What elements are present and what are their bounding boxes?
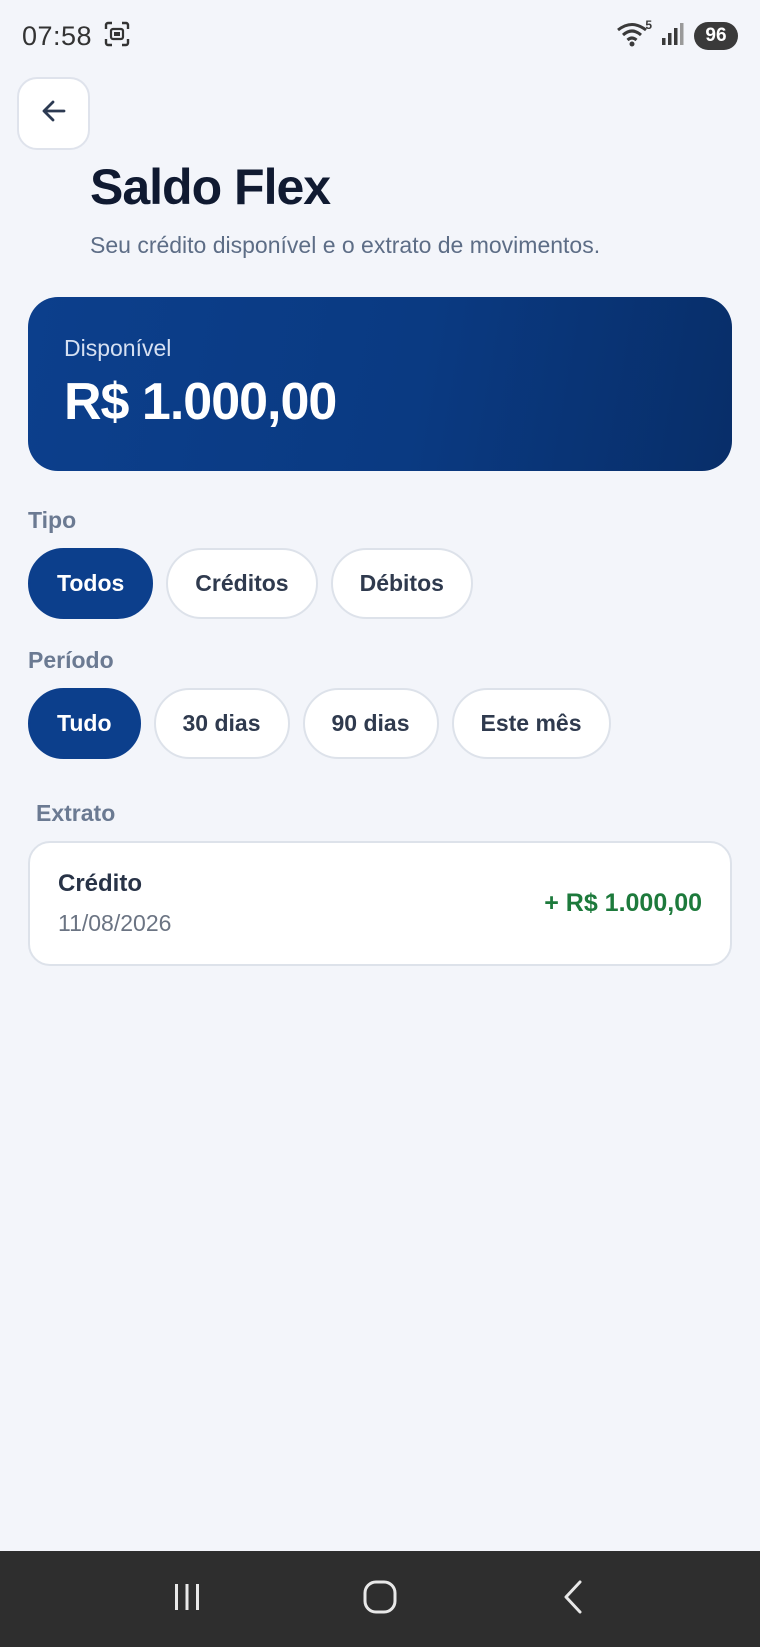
screenshot-icon xyxy=(104,21,130,52)
page-subtitle: Seu crédito disponível e o extrato de mo… xyxy=(90,232,601,258)
back-button[interactable] xyxy=(17,77,90,150)
system-nav-bar xyxy=(0,1551,760,1647)
balance-label: Disponível xyxy=(64,335,172,361)
chip-period-this-month[interactable]: Este mês xyxy=(451,688,611,759)
battery-icon: 96 xyxy=(694,22,738,50)
status-left: 07:58 xyxy=(22,21,130,52)
chip-type-all[interactable]: Todos xyxy=(28,548,154,619)
home-button[interactable] xyxy=(350,1569,410,1629)
chevron-left-icon xyxy=(558,1579,588,1620)
statement-item-amount: + R$ 1.000,00 xyxy=(544,889,702,917)
chip-type-credits[interactable]: Créditos xyxy=(166,548,318,619)
recent-apps-button[interactable] xyxy=(157,1569,217,1629)
balance-card: Disponível R$ 1.000,00 xyxy=(28,297,732,471)
home-icon xyxy=(362,1579,398,1620)
statement-item[interactable]: Crédito 11/08/2026 + R$ 1.000,00 xyxy=(28,841,732,966)
statement-item-info: Crédito 11/08/2026 xyxy=(58,870,171,937)
chip-type-debits[interactable]: Débitos xyxy=(330,548,473,619)
statement-label: Extrato xyxy=(36,800,116,826)
chip-period-90-days[interactable]: 90 dias xyxy=(302,688,439,759)
type-filter-row: Todos Créditos Débitos xyxy=(28,548,473,619)
period-filter-label: Período xyxy=(28,647,114,673)
statement-item-title: Crédito xyxy=(58,870,142,897)
statement-item-date: 11/08/2026 xyxy=(58,910,172,936)
status-right: 5 96 xyxy=(616,18,738,52)
back-nav-button[interactable] xyxy=(543,1569,603,1629)
chip-period-all[interactable]: Tudo xyxy=(28,688,141,759)
recent-apps-icon xyxy=(170,1580,204,1619)
status-bar: 07:58 5 96 xyxy=(0,0,760,72)
type-filter-label: Tipo xyxy=(28,507,77,533)
status-time: 07:58 xyxy=(22,20,93,51)
wifi-band-label: 5 xyxy=(645,18,652,32)
page-title: Saldo Flex xyxy=(90,159,331,215)
period-filter-row: Tudo 30 dias 90 dias Este mês xyxy=(28,688,611,759)
chip-period-30-days[interactable]: 30 dias xyxy=(153,688,290,759)
arrow-left-icon xyxy=(39,96,69,131)
screen: 07:58 5 96 Saldo Flex Seu crédito dispon… xyxy=(0,0,760,1647)
signal-icon xyxy=(660,21,686,52)
balance-value: R$ 1.000,00 xyxy=(64,373,337,431)
wifi-icon: 5 xyxy=(616,18,652,50)
